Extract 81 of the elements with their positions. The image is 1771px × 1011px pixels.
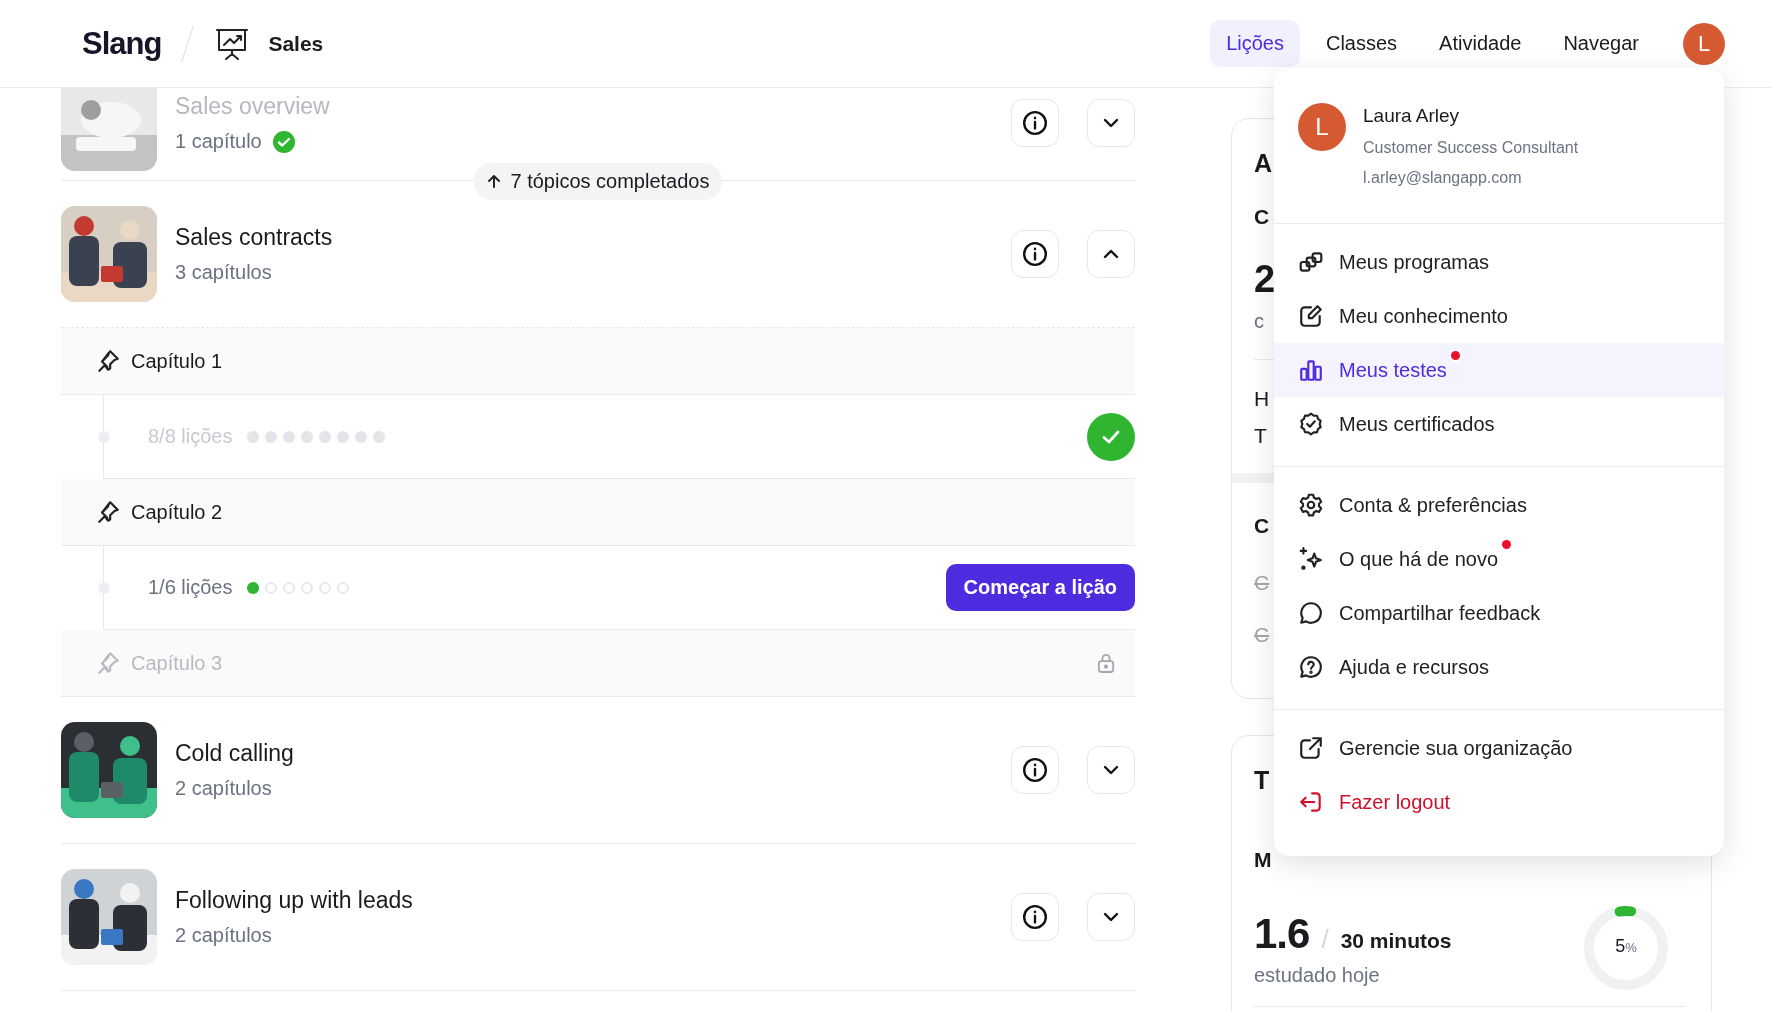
percent-unit: %	[1625, 940, 1637, 955]
menu-item[interactable]: Meus certificados	[1274, 397, 1724, 451]
section-title: Sales	[268, 31, 324, 56]
goal-caption: estudado hoje	[1254, 963, 1381, 987]
menu-item[interactable]: Fazer logout	[1274, 775, 1724, 829]
info-button[interactable]	[1011, 746, 1059, 794]
info-icon	[1022, 757, 1048, 783]
nav-tab[interactable]: Navegar	[1547, 20, 1655, 67]
chapter-count: 3 capítulos	[175, 261, 272, 284]
lesson-progress: 8/8 lições	[148, 425, 233, 448]
stat-caption: c	[1254, 309, 1264, 333]
info-icon	[1022, 110, 1048, 136]
info-button[interactable]	[1011, 893, 1059, 941]
speech-bubble-icon	[1298, 600, 1324, 626]
card-subheading: C	[1254, 204, 1270, 230]
card-subheading: M	[1254, 847, 1272, 873]
course-title: Sales contracts	[175, 224, 334, 251]
card-text: H	[1254, 386, 1270, 412]
user-role: Customer Success Consultant	[1363, 139, 1579, 157]
card-subheading: C	[1254, 513, 1270, 539]
completed-topics-label: 7 tópicos completados	[510, 169, 710, 193]
chapter-header[interactable]: Capítulo 1	[61, 328, 1135, 395]
user-email: l.arley@slangapp.com	[1363, 169, 1523, 187]
pin-icon	[95, 348, 121, 374]
logout-icon	[1298, 789, 1324, 815]
menu-item[interactable]: Gerencie sua organização	[1274, 721, 1724, 775]
arrow-up-icon	[486, 173, 503, 189]
nav-tab[interactable]: Atividade	[1423, 20, 1538, 67]
external-link-icon	[1298, 735, 1324, 761]
chapter-count: 2 capítulos	[175, 777, 272, 800]
pin-icon	[95, 650, 121, 676]
course-title: Sales overview	[175, 92, 331, 120]
course-title: Following up with leads	[175, 887, 414, 914]
sparkle-icon	[1298, 546, 1324, 572]
help-icon	[1298, 654, 1324, 680]
nav-tab[interactable]: Classes	[1309, 20, 1414, 67]
stat-value: 2	[1254, 257, 1276, 302]
info-icon	[1022, 904, 1048, 930]
settings-icon	[1298, 492, 1324, 518]
user-name: Laura Arley	[1363, 105, 1461, 127]
chapter-count: 2 capítulos	[175, 924, 272, 947]
goal-target: 30 minutos	[1340, 928, 1452, 953]
menu-item[interactable]: O que há de novo	[1274, 532, 1724, 586]
course-title: Cold calling	[175, 740, 295, 767]
menu-item[interactable]: Compartilhar feedback	[1274, 586, 1724, 640]
chapter-title: Capítulo 3	[131, 651, 224, 675]
separator-slash: /	[1321, 923, 1329, 955]
study-minutes: 1.6	[1254, 909, 1310, 958]
check-circle-icon	[1087, 412, 1135, 461]
chapter-header[interactable]: Capítulo 2	[61, 479, 1135, 546]
badge-check-icon	[1298, 411, 1324, 437]
nav-tab[interactable]: Lições	[1210, 20, 1300, 67]
menu-item[interactable]: Conta & preferências	[1274, 478, 1724, 532]
chapter-title: Capítulo 2	[131, 500, 224, 524]
pin-icon	[95, 499, 121, 525]
card-text: T	[1254, 423, 1267, 449]
card-heading: T	[1254, 765, 1270, 796]
menu-item[interactable]: Meus testes	[1274, 343, 1724, 397]
start-lesson-button[interactable]: Começar a lição	[945, 564, 1135, 611]
info-button[interactable]	[1011, 99, 1059, 147]
chain-icon	[1298, 249, 1324, 275]
logo[interactable]: Slang	[82, 25, 162, 62]
card-heading: A	[1254, 148, 1273, 179]
avatar: L	[1298, 103, 1346, 151]
menu-item[interactable]: Meus programas	[1274, 235, 1724, 289]
completed-topics-pill[interactable]: 7 tópicos completados	[474, 162, 722, 200]
lock-icon	[1097, 652, 1115, 674]
chapter-count: 1 capítulo	[175, 130, 262, 153]
info-button[interactable]	[1011, 230, 1059, 278]
card-text: C	[1254, 570, 1270, 596]
percent-value: 5	[1615, 936, 1626, 956]
avatar[interactable]: L	[1683, 22, 1725, 65]
edit-icon	[1298, 303, 1324, 329]
chapter-title: Capítulo 1	[131, 349, 224, 373]
menu-item[interactable]: Ajuda e recursos	[1274, 640, 1724, 694]
card-text: C	[1254, 622, 1270, 648]
menu-item[interactable]: Meu conhecimento	[1274, 289, 1724, 343]
info-icon	[1022, 241, 1048, 267]
check-circle-icon	[271, 129, 296, 154]
bar-chart-icon	[1298, 357, 1324, 383]
lesson-progress: 1/6 lições	[148, 576, 233, 599]
